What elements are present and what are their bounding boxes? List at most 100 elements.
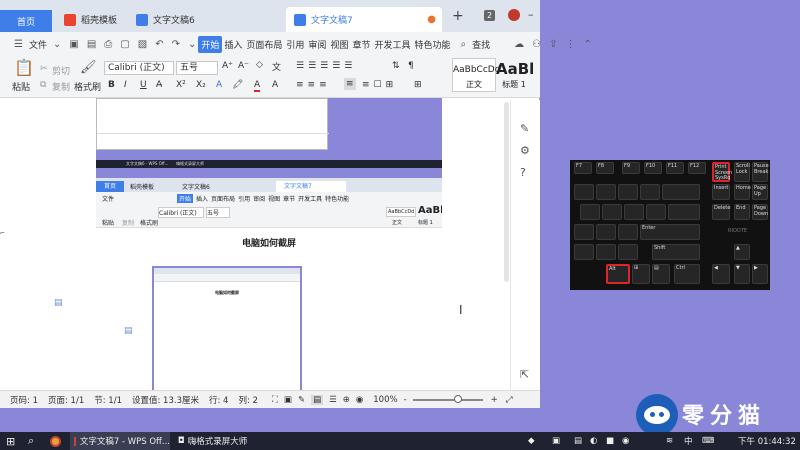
zoom-in-button[interactable]: + (491, 395, 498, 405)
format-painter-icon[interactable]: 🖌 (80, 60, 97, 75)
outline-view-icon[interactable]: ☰ (329, 395, 337, 405)
grow-font-icon[interactable]: A⁺ (222, 61, 233, 71)
zoom-slider[interactable] (412, 394, 483, 403)
menu-references[interactable]: 引用 (284, 38, 306, 51)
copy-button[interactable]: 复制 (52, 80, 70, 93)
tray-icon[interactable]: ▣ (552, 432, 560, 450)
shrink-font-icon[interactable]: A⁻ (238, 61, 249, 71)
fullscreen-icon[interactable]: ⛶ (272, 395, 278, 405)
save-icon[interactable]: ▣ (69, 39, 78, 50)
list-icons[interactable]: ☰☰☰☰☰ (296, 61, 356, 71)
undo-icon[interactable]: ↶ (155, 39, 163, 50)
fit-width-icon[interactable]: ⤢ (506, 395, 513, 405)
minimize-icon[interactable]: – (528, 8, 534, 21)
tab-doc7[interactable]: 文字文稿7 ● (286, 7, 442, 32)
cut-button[interactable]: 剪切 (52, 64, 70, 77)
eye-protect-icon[interactable]: ◉ (356, 395, 363, 405)
print-icon[interactable]: ⎙ (104, 39, 112, 50)
menu-features[interactable]: 特色功能 (412, 38, 452, 51)
chrome-icon[interactable] (50, 432, 61, 450)
edit-icon[interactable]: ✎ (520, 122, 529, 135)
zoom-level[interactable]: 100% (373, 395, 397, 405)
sidebar-expand-icon[interactable]: ⇱ (520, 368, 529, 381)
more-icon[interactable]: ⋮ (565, 39, 575, 50)
strikethrough-icon[interactable]: A̶ (156, 80, 162, 90)
avatar[interactable] (508, 9, 520, 21)
tab-close-icon[interactable]: ● (427, 14, 436, 25)
subscript-icon[interactable]: X₂ (196, 80, 206, 90)
search-icon[interactable]: ⌕ (28, 432, 34, 450)
help-icon[interactable]: ? (520, 166, 526, 179)
highlight-icon[interactable]: 🖍 (232, 80, 243, 90)
sort-icon[interactable]: ⇅ (392, 61, 400, 71)
new-tab-icon[interactable]: + (452, 8, 464, 24)
justify-icon[interactable]: ≡ (344, 78, 356, 90)
clear-format-icon[interactable]: ◇ (256, 60, 263, 70)
menu-developer[interactable]: 开发工具 (372, 38, 412, 51)
clock[interactable]: 下午 01:44:32 (738, 432, 796, 450)
window-count-badge[interactable]: 2 (484, 10, 496, 21)
menu-search[interactable]: 查找 (470, 38, 492, 51)
taskbar-app-wps[interactable]: 文字文稿7 - WPS Off... (70, 432, 170, 450)
cut-icon[interactable]: ✂ (40, 64, 48, 74)
tray-icon[interactable]: ▤ (574, 432, 582, 450)
font-color-icon[interactable]: A (254, 80, 261, 92)
collapse-ribbon-icon[interactable]: ⌃ (583, 39, 591, 50)
write-mode-icon[interactable]: ✎ (298, 395, 305, 405)
ime-indicator[interactable]: 中 (684, 432, 693, 450)
open-icon[interactable]: ▤ (87, 39, 96, 50)
menu-home[interactable]: 开始 (198, 35, 223, 53)
cloud-icon[interactable]: ☁ (514, 39, 524, 50)
zoom-out-button[interactable]: - (404, 395, 407, 405)
share-icon[interactable]: ⇪ (549, 39, 557, 50)
menu-view[interactable]: 视图 (328, 38, 350, 51)
font-size-select[interactable]: 五号 (176, 61, 218, 75)
menu-file[interactable]: 文件 (27, 38, 49, 51)
paste-icon[interactable]: 📋 (14, 58, 34, 77)
tab-doc6[interactable]: 文字文稿6 (128, 7, 278, 32)
format-painter-button[interactable]: 格式刷 (74, 80, 101, 93)
windows-start-icon[interactable]: ⊞ (6, 432, 15, 450)
settings-sliders-icon[interactable]: ⚙ (520, 144, 530, 157)
bold-icon[interactable]: B (108, 80, 115, 90)
tray-icon[interactable]: ■ (606, 432, 614, 450)
align-icons[interactable]: ≡≡≡ (296, 80, 331, 90)
copy-icon[interactable]: ⧉ (40, 80, 46, 90)
keyboard-layout-icon[interactable]: ⌨ (702, 432, 714, 450)
zoom-slider-thumb[interactable] (453, 394, 462, 403)
print-preview-icon[interactable]: ▢ (120, 39, 129, 50)
web-view-icon[interactable]: ⊕ (343, 395, 350, 405)
paragraph-handle-icon[interactable]: ▤ (54, 298, 63, 308)
export-icon[interactable]: ▧ (138, 39, 147, 50)
style-heading1[interactable]: AaBl 标题 1 (496, 58, 534, 92)
font-family-select[interactable]: Calibri (正文) (104, 61, 174, 75)
menu-chapter[interactable]: 章节 (350, 38, 372, 51)
spacing-icons[interactable]: ≡☐⊞ (362, 80, 397, 90)
italic-icon[interactable]: I (124, 80, 127, 90)
taskbar-app-recorder[interactable]: ◘ 嗨格式录屏大师 (174, 432, 247, 450)
protect-icon[interactable]: ▣ (284, 395, 292, 405)
style-normal[interactable]: AaBbCcDd 正文 (452, 58, 500, 92)
wifi-icon[interactable]: ≋ (666, 432, 673, 450)
underline-icon[interactable]: U (140, 80, 147, 90)
pinyin-icon[interactable]: 文 (272, 60, 281, 73)
pilcrow-icon[interactable]: ¶ (408, 61, 414, 71)
tab-home[interactable]: 首页 (0, 10, 52, 32)
page-view-icon[interactable]: ▤ (311, 394, 324, 405)
search-icon[interactable]: ⌕ (461, 39, 467, 50)
tray-icon[interactable]: ◉ (622, 432, 629, 450)
tab-docer[interactable]: 稻壳模板 (56, 7, 136, 32)
menu-insert[interactable]: 插入 (222, 38, 244, 51)
borders-icon[interactable]: ⊞ (414, 80, 422, 90)
hamburger-icon[interactable]: ☰ (14, 39, 23, 50)
tray-icon[interactable]: ◐ (590, 432, 597, 450)
vertical-scrollbar[interactable] (504, 102, 509, 282)
redo-icon[interactable]: ↷ (172, 39, 180, 50)
menu-review[interactable]: 审阅 (306, 38, 328, 51)
menu-layout[interactable]: 页面布局 (244, 38, 284, 51)
char-border-icon[interactable]: A (272, 80, 278, 90)
text-effect-icon[interactable]: A (216, 80, 222, 90)
collab-icon[interactable]: ⚇ (532, 39, 541, 50)
paste-button[interactable]: 粘贴 (12, 80, 30, 93)
superscript-icon[interactable]: X² (176, 80, 186, 90)
